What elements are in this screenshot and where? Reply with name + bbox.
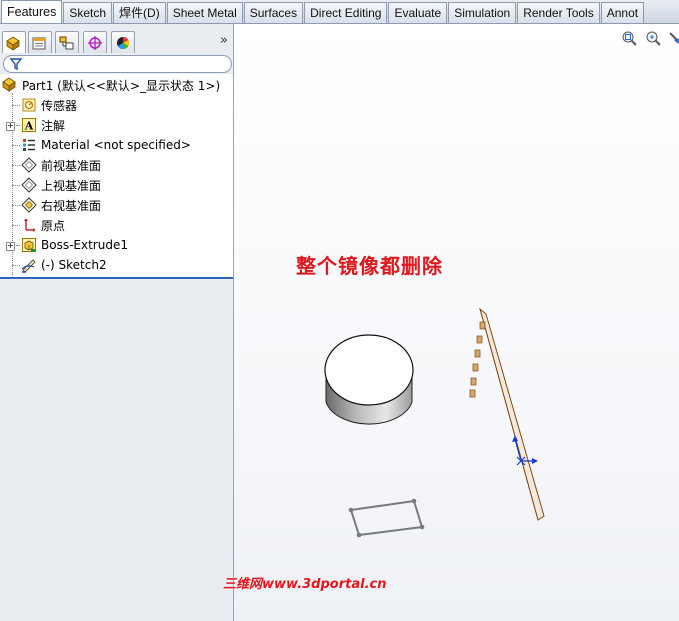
- annotations-icon: A: [22, 118, 36, 133]
- graphics-area[interactable]: 整个镜像都删除: [234, 24, 679, 621]
- tree-item-origin[interactable]: 原点: [21, 216, 65, 234]
- tree-root-part[interactable]: Part1 (默认<<默认>_显示状态 1>): [2, 76, 220, 94]
- pane-toolbar: »: [0, 29, 234, 55]
- property-manager-tab[interactable]: [28, 31, 52, 53]
- tab-features[interactable]: Features: [1, 0, 63, 23]
- tree-item-sensors[interactable]: 传感器: [21, 96, 77, 114]
- watermark-logo: 三维网www.3dportal.cn: [223, 577, 387, 592]
- feature-manager-icon: [6, 36, 20, 51]
- right-plane-icon: [21, 197, 37, 213]
- origin-icon: [24, 218, 36, 232]
- expand-pane-button[interactable]: »: [220, 33, 228, 48]
- tree-item-material[interactable]: Material <not specified>: [21, 136, 191, 154]
- tab-sheet-metal[interactable]: Sheet Metal: [166, 2, 243, 23]
- tree-item-top-plane[interactable]: 上视基准面: [21, 176, 101, 194]
- top-plane-icon: [21, 177, 37, 193]
- tree-item-annotations[interactable]: A 注解: [21, 116, 65, 134]
- configuration-manager-tab[interactable]: [55, 31, 79, 53]
- command-manager-tabs: Features Sketch 焊件(D) Sheet Metal Surfac…: [0, 0, 679, 24]
- cylinder-body: [324, 334, 414, 425]
- tab-render-tools[interactable]: Render Tools: [517, 2, 600, 23]
- dimxpert-manager-tab[interactable]: [83, 31, 107, 53]
- part-icon: [2, 77, 16, 92]
- dimxpert-manager-icon: [88, 35, 102, 50]
- property-manager-icon: [32, 37, 46, 49]
- feature-manager-pane: » + + Part1 (默认<<默认>_显示状态 1>) 传感器 A 注解 M…: [0, 24, 234, 621]
- tab-weldments[interactable]: 焊件(D): [113, 2, 166, 23]
- sketch-icon: [21, 259, 36, 273]
- configuration-manager-icon: [59, 36, 74, 49]
- boss-extrude-icon: [22, 238, 36, 252]
- tree-item-boss-extrude1[interactable]: Boss-Extrude1: [21, 236, 128, 254]
- feature-tree: + + Part1 (默认<<默认>_显示状态 1>) 传感器 A 注解 Mat…: [0, 74, 233, 279]
- filter-icon: [9, 58, 23, 71]
- tree-item-right-plane[interactable]: 右视基准面: [21, 196, 101, 214]
- tab-direct-editing[interactable]: Direct Editing: [304, 2, 388, 23]
- feature-manager-tab[interactable]: [2, 31, 26, 53]
- display-manager-icon: [117, 36, 130, 49]
- tab-evaluate[interactable]: Evaluate: [388, 2, 448, 23]
- expand-annotations-toggle[interactable]: +: [6, 122, 15, 131]
- tab-sketch[interactable]: Sketch: [63, 2, 113, 23]
- tab-annotation[interactable]: Annot: [600, 2, 645, 23]
- tab-surfaces[interactable]: Surfaces: [243, 2, 304, 23]
- sensors-icon: [22, 98, 36, 112]
- tree-item-sketch2[interactable]: (-) Sketch2: [21, 256, 107, 274]
- mirror-plate-body: [469, 307, 545, 521]
- sketch2-profile: [348, 498, 425, 538]
- rollback-bar[interactable]: [0, 277, 233, 279]
- tree-filter-field[interactable]: [3, 55, 232, 73]
- model-scene: [324, 307, 545, 538]
- display-manager-tab[interactable]: [111, 31, 135, 53]
- material-icon: [23, 139, 35, 151]
- svg-text:A: A: [24, 120, 34, 133]
- front-plane-icon: [21, 157, 37, 173]
- tree-item-front-plane[interactable]: 前视基准面: [21, 156, 101, 174]
- expand-boss-extrude-toggle[interactable]: +: [6, 242, 15, 251]
- tree-root-label: Part1 (默认<<默认>_显示状态 1>): [22, 78, 221, 93]
- tab-simulation[interactable]: Simulation: [448, 2, 517, 23]
